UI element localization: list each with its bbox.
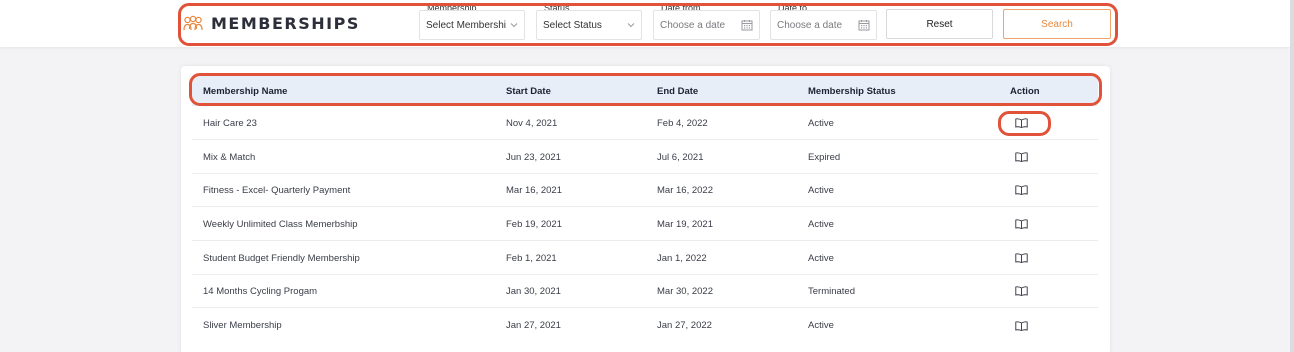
calendar-icon[interactable] xyxy=(858,19,870,31)
membership-status: Active xyxy=(808,252,834,264)
membership-name: Fitness - Excel- Quarterly Payment xyxy=(203,184,351,196)
column-header-status[interactable]: Membership Status xyxy=(808,86,896,97)
end-date: Mar 19, 2021 xyxy=(657,218,713,230)
open-book-icon xyxy=(1015,320,1028,331)
column-header-action: Action xyxy=(1010,85,1040,97)
end-date: Feb 4, 2022 xyxy=(657,117,708,129)
reset-button[interactable]: Reset xyxy=(886,9,993,39)
date-from-input[interactable]: Choose a date xyxy=(653,10,760,40)
memberships-table: Membership Name Start Date End Date Memb… xyxy=(181,66,1110,352)
view-action[interactable] xyxy=(1015,320,1028,331)
column-header-start-date[interactable]: Start Date xyxy=(506,86,551,97)
table-row: Weekly Unlimited Class Memerbship Feb 19… xyxy=(192,208,1098,241)
start-date: Jan 30, 2021 xyxy=(506,285,561,297)
page-title: MEMBERSHIPS xyxy=(211,14,360,33)
status-select-value: Select Status xyxy=(543,19,602,31)
start-date: Feb 19, 2021 xyxy=(506,218,562,230)
calendar-icon[interactable] xyxy=(741,19,753,31)
search-button[interactable]: Search xyxy=(1003,9,1111,39)
column-header-end-date[interactable]: End Date xyxy=(657,86,698,97)
membership-status: Active xyxy=(808,320,834,331)
end-date: Jan 1, 2022 xyxy=(657,252,707,264)
start-date: Nov 4, 2021 xyxy=(506,117,558,129)
membership-status: Active xyxy=(808,218,834,230)
end-date: Mar 30, 2022 xyxy=(657,285,713,297)
membership-status: Terminated xyxy=(808,285,855,297)
membership-select-value: Select Membershi xyxy=(426,19,506,31)
date-to-input[interactable]: Choose a date xyxy=(770,10,877,40)
membership-name: Sliver Membership xyxy=(203,320,282,331)
brand: MEMBERSHIPS xyxy=(183,14,360,33)
view-action[interactable] xyxy=(1015,253,1028,263)
membership-name: Hair Care 23 xyxy=(203,117,257,129)
open-book-icon xyxy=(1015,118,1028,128)
table-row: 14 Months Cycling Progam Jan 30, 2021 Ma… xyxy=(192,275,1098,308)
membership-name: 14 Months Cycling Progam xyxy=(203,285,318,297)
date-to-placeholder: Choose a date xyxy=(777,19,843,31)
membership-status: Active xyxy=(808,184,834,196)
open-book-icon xyxy=(1015,219,1028,229)
membership-name: Mix & Match xyxy=(203,151,256,163)
table-row: Sliver Membership Jan 27, 2021 Jan 27, 2… xyxy=(192,309,1098,342)
view-action[interactable] xyxy=(1015,118,1028,128)
view-action[interactable] xyxy=(1015,152,1028,162)
open-book-icon xyxy=(1015,152,1028,162)
date-from-placeholder: Choose a date xyxy=(660,19,726,31)
table-row: Mix & Match Jun 23, 2021 Jul 6, 2021 Exp… xyxy=(192,141,1098,174)
table-header: Membership Name Start Date End Date Memb… xyxy=(192,76,1098,106)
start-date: Jan 27, 2021 xyxy=(506,320,561,331)
membership-status: Active xyxy=(808,117,834,129)
table-row: Fitness - Excel- Quarterly Payment Mar 1… xyxy=(192,174,1098,207)
start-date: Mar 16, 2021 xyxy=(506,184,562,196)
start-date: Jun 23, 2021 xyxy=(506,151,561,163)
end-date: Jan 27, 2022 xyxy=(657,320,712,331)
column-header-name[interactable]: Membership Name xyxy=(203,86,287,97)
open-book-icon xyxy=(1015,253,1028,263)
view-action[interactable] xyxy=(1015,185,1028,195)
view-action[interactable] xyxy=(1015,219,1028,229)
open-book-icon xyxy=(1015,286,1028,296)
table-row: Student Budget Friendly Membership Feb 1… xyxy=(192,242,1098,275)
scrollbar[interactable] xyxy=(1290,0,1294,352)
users-icon xyxy=(183,15,203,30)
membership-name: Weekly Unlimited Class Memerbship xyxy=(203,218,358,230)
end-date: Jul 6, 2021 xyxy=(657,151,704,163)
membership-select[interactable]: Select Membershi xyxy=(419,10,525,40)
open-book-icon xyxy=(1015,185,1028,195)
table-row: Hair Care 23 Nov 4, 2021 Feb 4, 2022 Act… xyxy=(192,107,1098,140)
view-action[interactable] xyxy=(1015,286,1028,296)
status-select[interactable]: Select Status xyxy=(536,10,642,40)
start-date: Feb 1, 2021 xyxy=(506,252,557,264)
chevron-down-icon xyxy=(510,23,518,28)
end-date: Mar 16, 2022 xyxy=(657,184,713,196)
chevron-down-icon xyxy=(627,23,635,28)
membership-status: Expired xyxy=(808,151,841,163)
membership-name: Student Budget Friendly Membership xyxy=(203,252,360,264)
